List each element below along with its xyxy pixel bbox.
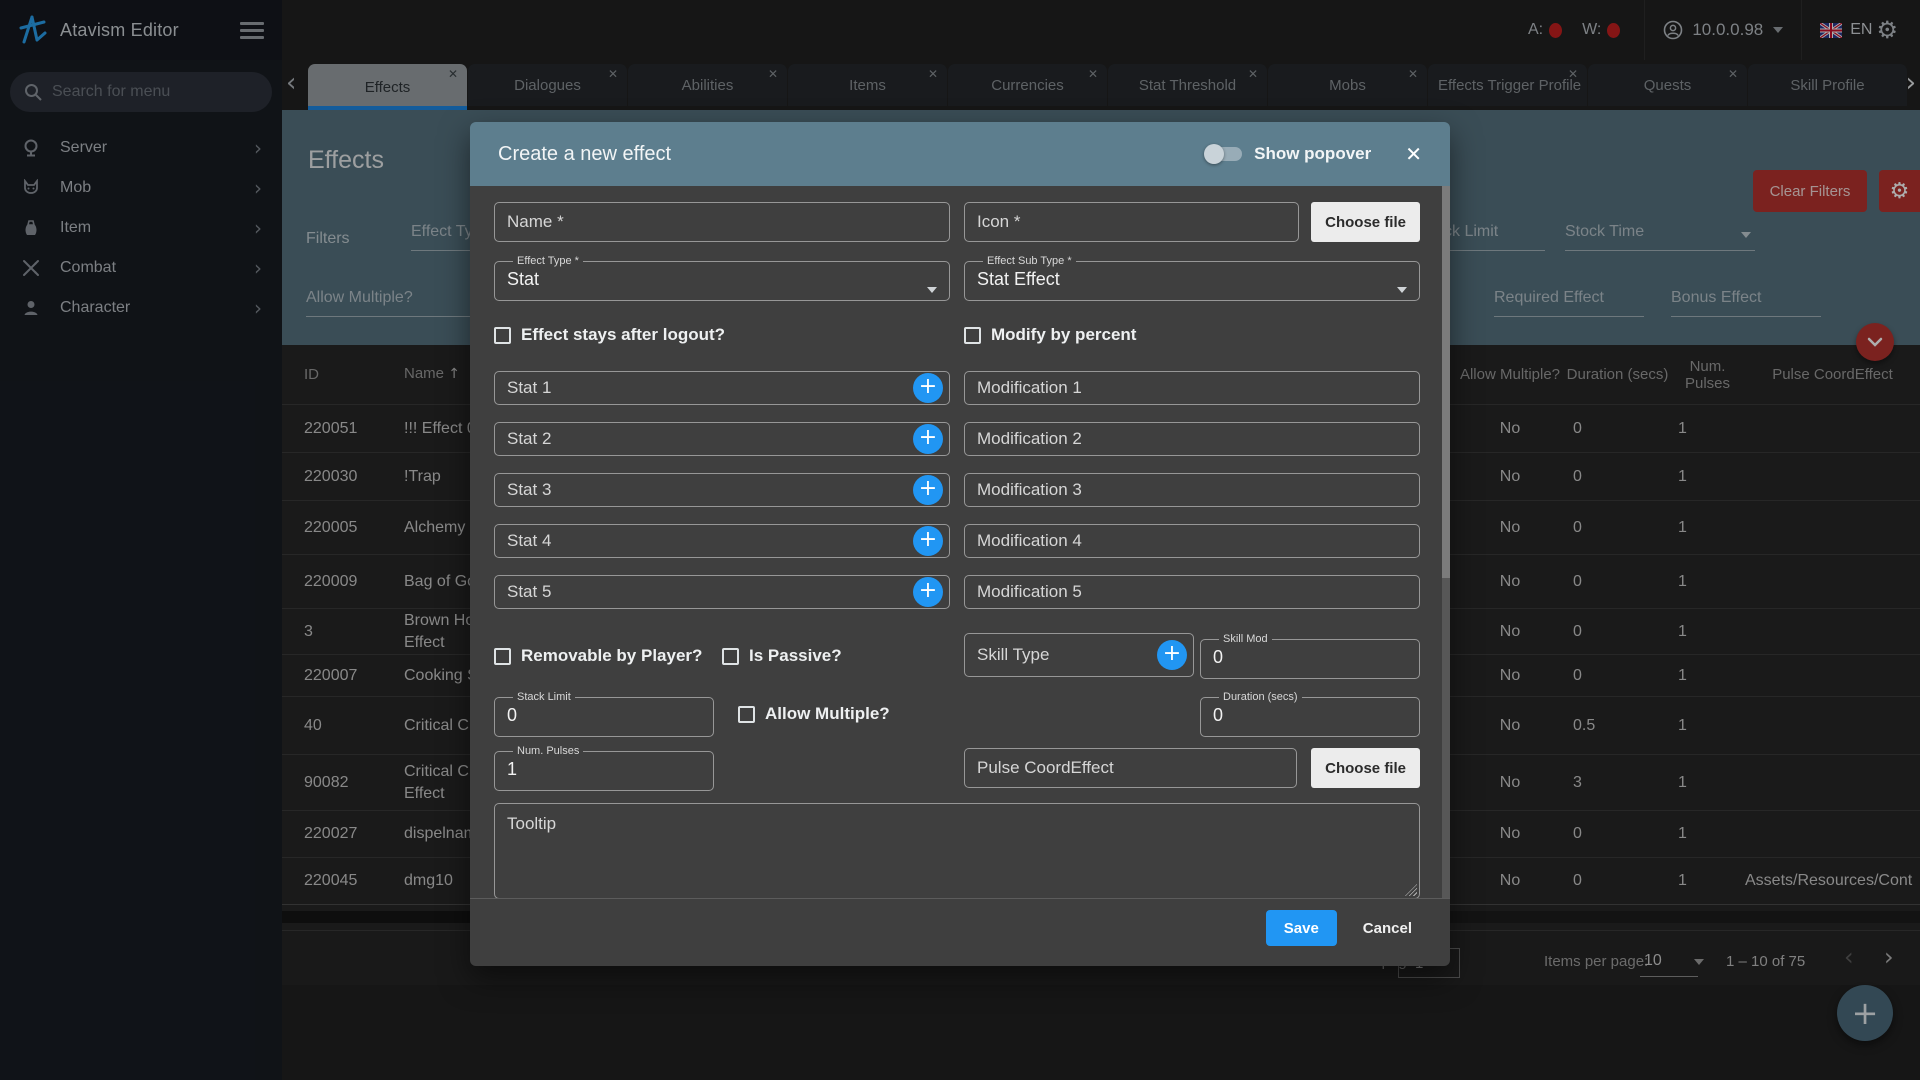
checkbox[interactable] bbox=[722, 648, 739, 665]
stat-3-field[interactable]: + bbox=[494, 473, 950, 507]
modify-by-percent-option[interactable]: Modify by percent bbox=[964, 325, 1420, 345]
effect-type-label: Effect Type * bbox=[513, 255, 583, 267]
chevron-down-icon bbox=[927, 287, 937, 293]
modification-4-field[interactable] bbox=[964, 524, 1420, 558]
stat-4-field[interactable]: + bbox=[494, 524, 950, 558]
add-stat-icon[interactable]: + bbox=[913, 526, 943, 556]
save-button[interactable]: Save bbox=[1266, 910, 1337, 946]
show-popover-label: Show popover bbox=[1254, 144, 1371, 164]
pulse-choose-file-button[interactable]: Choose file bbox=[1311, 748, 1420, 788]
checkbox[interactable] bbox=[964, 327, 981, 344]
modal-title: Create a new effect bbox=[498, 143, 1206, 166]
name-field[interactable] bbox=[494, 202, 950, 242]
effect-type-select[interactable]: Effect Type * Stat bbox=[494, 255, 950, 301]
checkbox[interactable] bbox=[494, 327, 511, 344]
modification-2-field[interactable] bbox=[964, 422, 1420, 456]
tooltip-field[interactable] bbox=[494, 803, 1420, 898]
stack-limit-field[interactable]: Stack Limit 0 bbox=[494, 691, 714, 737]
is-passive-option[interactable]: Is Passive? bbox=[722, 646, 950, 666]
modification-1-field[interactable] bbox=[964, 371, 1420, 405]
stat-5-field[interactable]: + bbox=[494, 575, 950, 609]
effect-sub-type-label: Effect Sub Type * bbox=[983, 255, 1076, 267]
removable-by-player-option[interactable]: Removable by Player? bbox=[494, 646, 722, 666]
chevron-down-icon bbox=[1397, 287, 1407, 293]
icon-field[interactable] bbox=[964, 202, 1299, 242]
show-popover-toggle[interactable] bbox=[1206, 147, 1242, 161]
checkbox[interactable] bbox=[494, 648, 511, 665]
create-effect-modal: Create a new effect Show popover ✕ Choos… bbox=[470, 122, 1450, 966]
modification-5-field[interactable] bbox=[964, 575, 1420, 609]
stays-after-logout-option[interactable]: Effect stays after logout? bbox=[494, 325, 950, 345]
cancel-button[interactable]: Cancel bbox=[1351, 910, 1424, 946]
allow-multiple-option[interactable]: Allow Multiple? bbox=[738, 704, 890, 724]
modal-footer: Save Cancel bbox=[470, 898, 1450, 966]
tooltip-textarea[interactable] bbox=[495, 804, 1419, 898]
close-icon[interactable]: ✕ bbox=[1405, 142, 1422, 166]
stat-1-field[interactable]: + bbox=[494, 371, 950, 405]
name-input[interactable] bbox=[495, 212, 949, 232]
checkbox[interactable] bbox=[738, 706, 755, 723]
num-pulses-field[interactable]: Num. Pulses 1 bbox=[494, 745, 714, 791]
duration-field[interactable]: Duration (secs) 0 bbox=[1200, 691, 1420, 737]
icon-choose-file-button[interactable]: Choose file bbox=[1311, 202, 1420, 242]
effect-type-value: Stat bbox=[507, 269, 937, 290]
add-stat-icon[interactable]: + bbox=[913, 577, 943, 607]
skill-mod-field[interactable]: Skill Mod 0 bbox=[1200, 633, 1420, 679]
modification-3-field[interactable] bbox=[964, 473, 1420, 507]
modal-body: Choose file Effect Type * Stat Effect Su… bbox=[470, 186, 1450, 898]
modal-header: Create a new effect Show popover ✕ bbox=[470, 122, 1450, 186]
effect-sub-type-value: Stat Effect bbox=[977, 269, 1407, 290]
add-stat-icon[interactable]: + bbox=[913, 424, 943, 454]
add-skill-icon[interactable]: + bbox=[1157, 640, 1187, 670]
stat-2-field[interactable]: + bbox=[494, 422, 950, 456]
effect-sub-type-select[interactable]: Effect Sub Type * Stat Effect bbox=[964, 255, 1420, 301]
pulse-coordeffect-field[interactable] bbox=[964, 748, 1297, 788]
add-stat-icon[interactable]: + bbox=[913, 373, 943, 403]
add-stat-icon[interactable]: + bbox=[913, 475, 943, 505]
skill-type-field[interactable]: + bbox=[964, 633, 1194, 677]
icon-input[interactable] bbox=[965, 212, 1298, 232]
